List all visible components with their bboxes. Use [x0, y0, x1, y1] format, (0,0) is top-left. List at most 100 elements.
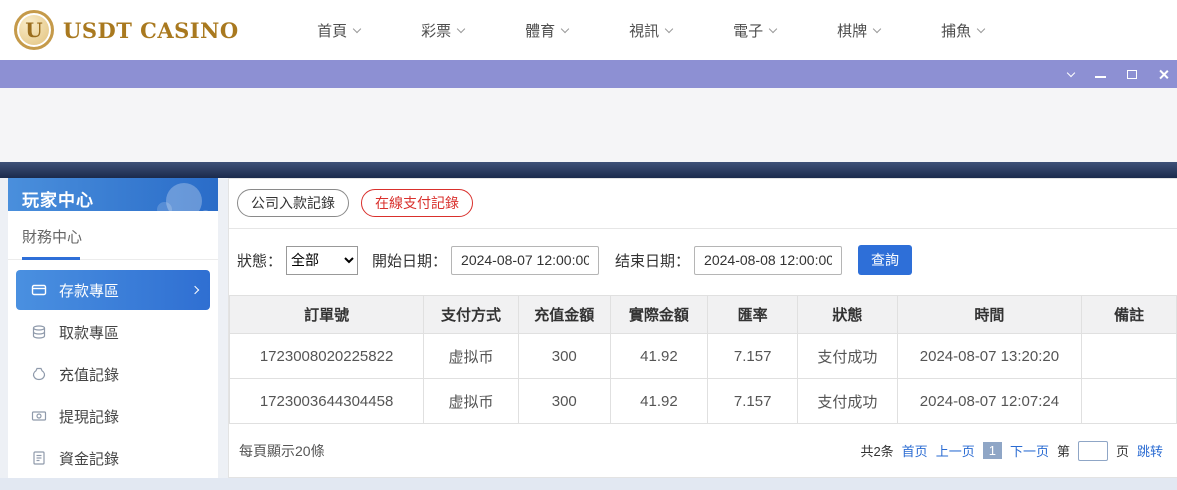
cell-actual: 41.92 — [610, 379, 708, 424]
cell-status: 支付成功 — [798, 379, 897, 424]
chevron-down-icon — [977, 24, 985, 32]
banknote-icon — [30, 408, 48, 424]
collapse-button[interactable] — [1068, 72, 1074, 76]
chevron-right-icon — [191, 286, 199, 294]
sidebar-item-label: 充值記錄 — [59, 364, 119, 385]
cell-actual: 41.92 — [610, 334, 708, 379]
nav-item-slots[interactable]: 電子 — [703, 0, 807, 60]
close-button[interactable] — [1158, 69, 1169, 80]
cell-time: 2024-08-07 12:07:24 — [897, 379, 1082, 424]
nav-item-sports[interactable]: 體育 — [495, 0, 599, 60]
table-header-pay-method: 支付方式 — [424, 296, 519, 334]
coins-icon — [30, 324, 48, 340]
close-icon — [1158, 69, 1169, 80]
chevron-down-icon — [1067, 69, 1075, 77]
sidebar-item-funds-records[interactable]: 資金記錄 — [8, 438, 218, 478]
minimize-icon — [1095, 76, 1106, 78]
nav-item-label: 體育 — [525, 20, 555, 41]
cell-pay-method: 虚拟币 — [424, 334, 519, 379]
filter-bar: 狀態： 全部 開始日期： 结束日期： 查詢 — [229, 229, 1177, 289]
sidebar-menu: 存款專區 取款專區 充值記錄 提現記錄 — [8, 260, 218, 478]
dark-divider-bar — [0, 162, 1177, 178]
current-page-indicator: 1 — [983, 442, 1002, 459]
sidebar-item-label: 提現記錄 — [59, 406, 119, 427]
first-page-link[interactable]: 首页 — [902, 441, 928, 460]
sidebar-item-withdraw-zone[interactable]: 取款專區 — [8, 312, 218, 352]
cell-rate: 7.157 — [708, 334, 798, 379]
table-row: 1723008020225822 虚拟币 300 41.92 7.157 支付成… — [230, 334, 1177, 379]
nav-item-board-games[interactable]: 棋牌 — [807, 0, 911, 60]
maximize-icon — [1127, 70, 1137, 79]
workspace-background — [0, 88, 1177, 162]
tab-company-deposit-records[interactable]: 公司入款記錄 — [237, 189, 349, 217]
table-header-time: 時間 — [897, 296, 1082, 334]
sidebar-item-label: 取款專區 — [59, 322, 119, 343]
cell-remark — [1082, 334, 1177, 379]
sidebar-item-withdrawal-records[interactable]: 提現記錄 — [8, 396, 218, 436]
start-date-input[interactable] — [451, 246, 599, 275]
ledger-icon — [30, 450, 48, 466]
total-count: 共2条 — [860, 441, 893, 460]
sidebar-item-deposit-zone[interactable]: 存款專區 — [16, 270, 210, 310]
minimize-button[interactable] — [1095, 71, 1106, 78]
section-underline — [22, 257, 80, 260]
cell-order-no: 1723008020225822 — [230, 334, 424, 379]
section-title-label: 財務中心 — [22, 229, 82, 246]
chevron-down-icon — [457, 24, 465, 32]
end-date-label: 结束日期： — [615, 250, 690, 271]
sidebar-item-recharge-records[interactable]: 充值記錄 — [8, 354, 218, 394]
nav-item-label: 彩票 — [421, 20, 451, 41]
decor-circle-icon — [157, 202, 172, 211]
cell-pay-method: 虚拟币 — [424, 379, 519, 424]
orders-table: 訂單號 支付方式 充值金額 實際金額 匯率 狀態 時間 備註 172300802… — [229, 295, 1177, 424]
sidebar-item-label: 資金記錄 — [59, 448, 119, 469]
sidebar: 玩家中心 PLAYERS CENTER 財務中心 存款專區 取款專區 — [8, 178, 218, 478]
nav-item-label: 捕魚 — [941, 20, 971, 41]
window-titlebar — [0, 60, 1177, 88]
table-header-actual: 實際金額 — [610, 296, 708, 334]
search-button[interactable]: 查詢 — [858, 245, 912, 275]
status-select[interactable]: 全部 — [286, 246, 358, 275]
table-header-status: 狀態 — [798, 296, 897, 334]
main-nav: 首頁 彩票 體育 視訊 電子 棋牌 捕魚 — [287, 0, 1015, 60]
page-number-input[interactable] — [1078, 441, 1108, 461]
top-header: U USDT CASINO 首頁 彩票 體育 視訊 電子 棋牌 捕魚 — [0, 0, 1177, 60]
table-header-remark: 備註 — [1082, 296, 1177, 334]
chevron-down-icon — [665, 24, 673, 32]
cell-remark — [1082, 379, 1177, 424]
goto-prefix-label: 第 — [1057, 441, 1070, 460]
table-header-amount: 充值金額 — [518, 296, 610, 334]
cell-status: 支付成功 — [798, 334, 897, 379]
nav-item-live-video[interactable]: 視訊 — [599, 0, 703, 60]
maximize-button[interactable] — [1127, 70, 1137, 79]
chevron-down-icon — [873, 24, 881, 32]
nav-item-label: 電子 — [733, 20, 763, 41]
page-size-label: 每頁顯示20條 — [239, 441, 325, 461]
table-header-rate: 匯率 — [708, 296, 798, 334]
prev-page-link[interactable]: 上一页 — [936, 441, 975, 460]
main-panel: 公司入款記錄 在線支付記錄 狀態： 全部 開始日期： 结束日期： 查詢 訂單號 … — [228, 178, 1177, 478]
status-label: 狀態： — [237, 250, 282, 271]
cell-time: 2024-08-07 13:20:20 — [897, 334, 1082, 379]
nav-item-lottery[interactable]: 彩票 — [391, 0, 495, 60]
chevron-down-icon — [353, 24, 361, 32]
table-header-order-no: 訂單號 — [230, 296, 424, 334]
next-page-link[interactable]: 下一页 — [1010, 441, 1049, 460]
end-date-input[interactable] — [694, 246, 842, 275]
casino-logo-icon: U — [14, 10, 54, 50]
content-area: 玩家中心 PLAYERS CENTER 財務中心 存款專區 取款專區 — [0, 178, 1177, 478]
table-footer: 每頁顯示20條 共2条 首页 上一页 1 下一页 第 页 跳转 — [229, 424, 1177, 477]
cell-order-no: 1723003644304458 — [230, 379, 424, 424]
record-tabs: 公司入款記錄 在線支付記錄 — [229, 179, 1177, 229]
nav-item-fishing[interactable]: 捕魚 — [911, 0, 1015, 60]
players-center-header: 玩家中心 PLAYERS CENTER — [8, 178, 218, 211]
nav-item-label: 視訊 — [629, 20, 659, 41]
chevron-down-icon — [561, 24, 569, 32]
goto-page-button[interactable]: 跳转 — [1137, 441, 1163, 460]
finance-center-section-title: 財務中心 — [8, 211, 218, 260]
nav-item-home[interactable]: 首頁 — [287, 0, 391, 60]
tab-online-payment-records[interactable]: 在線支付記錄 — [361, 189, 473, 217]
nav-item-label: 首頁 — [317, 20, 347, 41]
goto-suffix-label: 页 — [1116, 441, 1129, 460]
logo-text: USDT CASINO — [63, 18, 239, 43]
